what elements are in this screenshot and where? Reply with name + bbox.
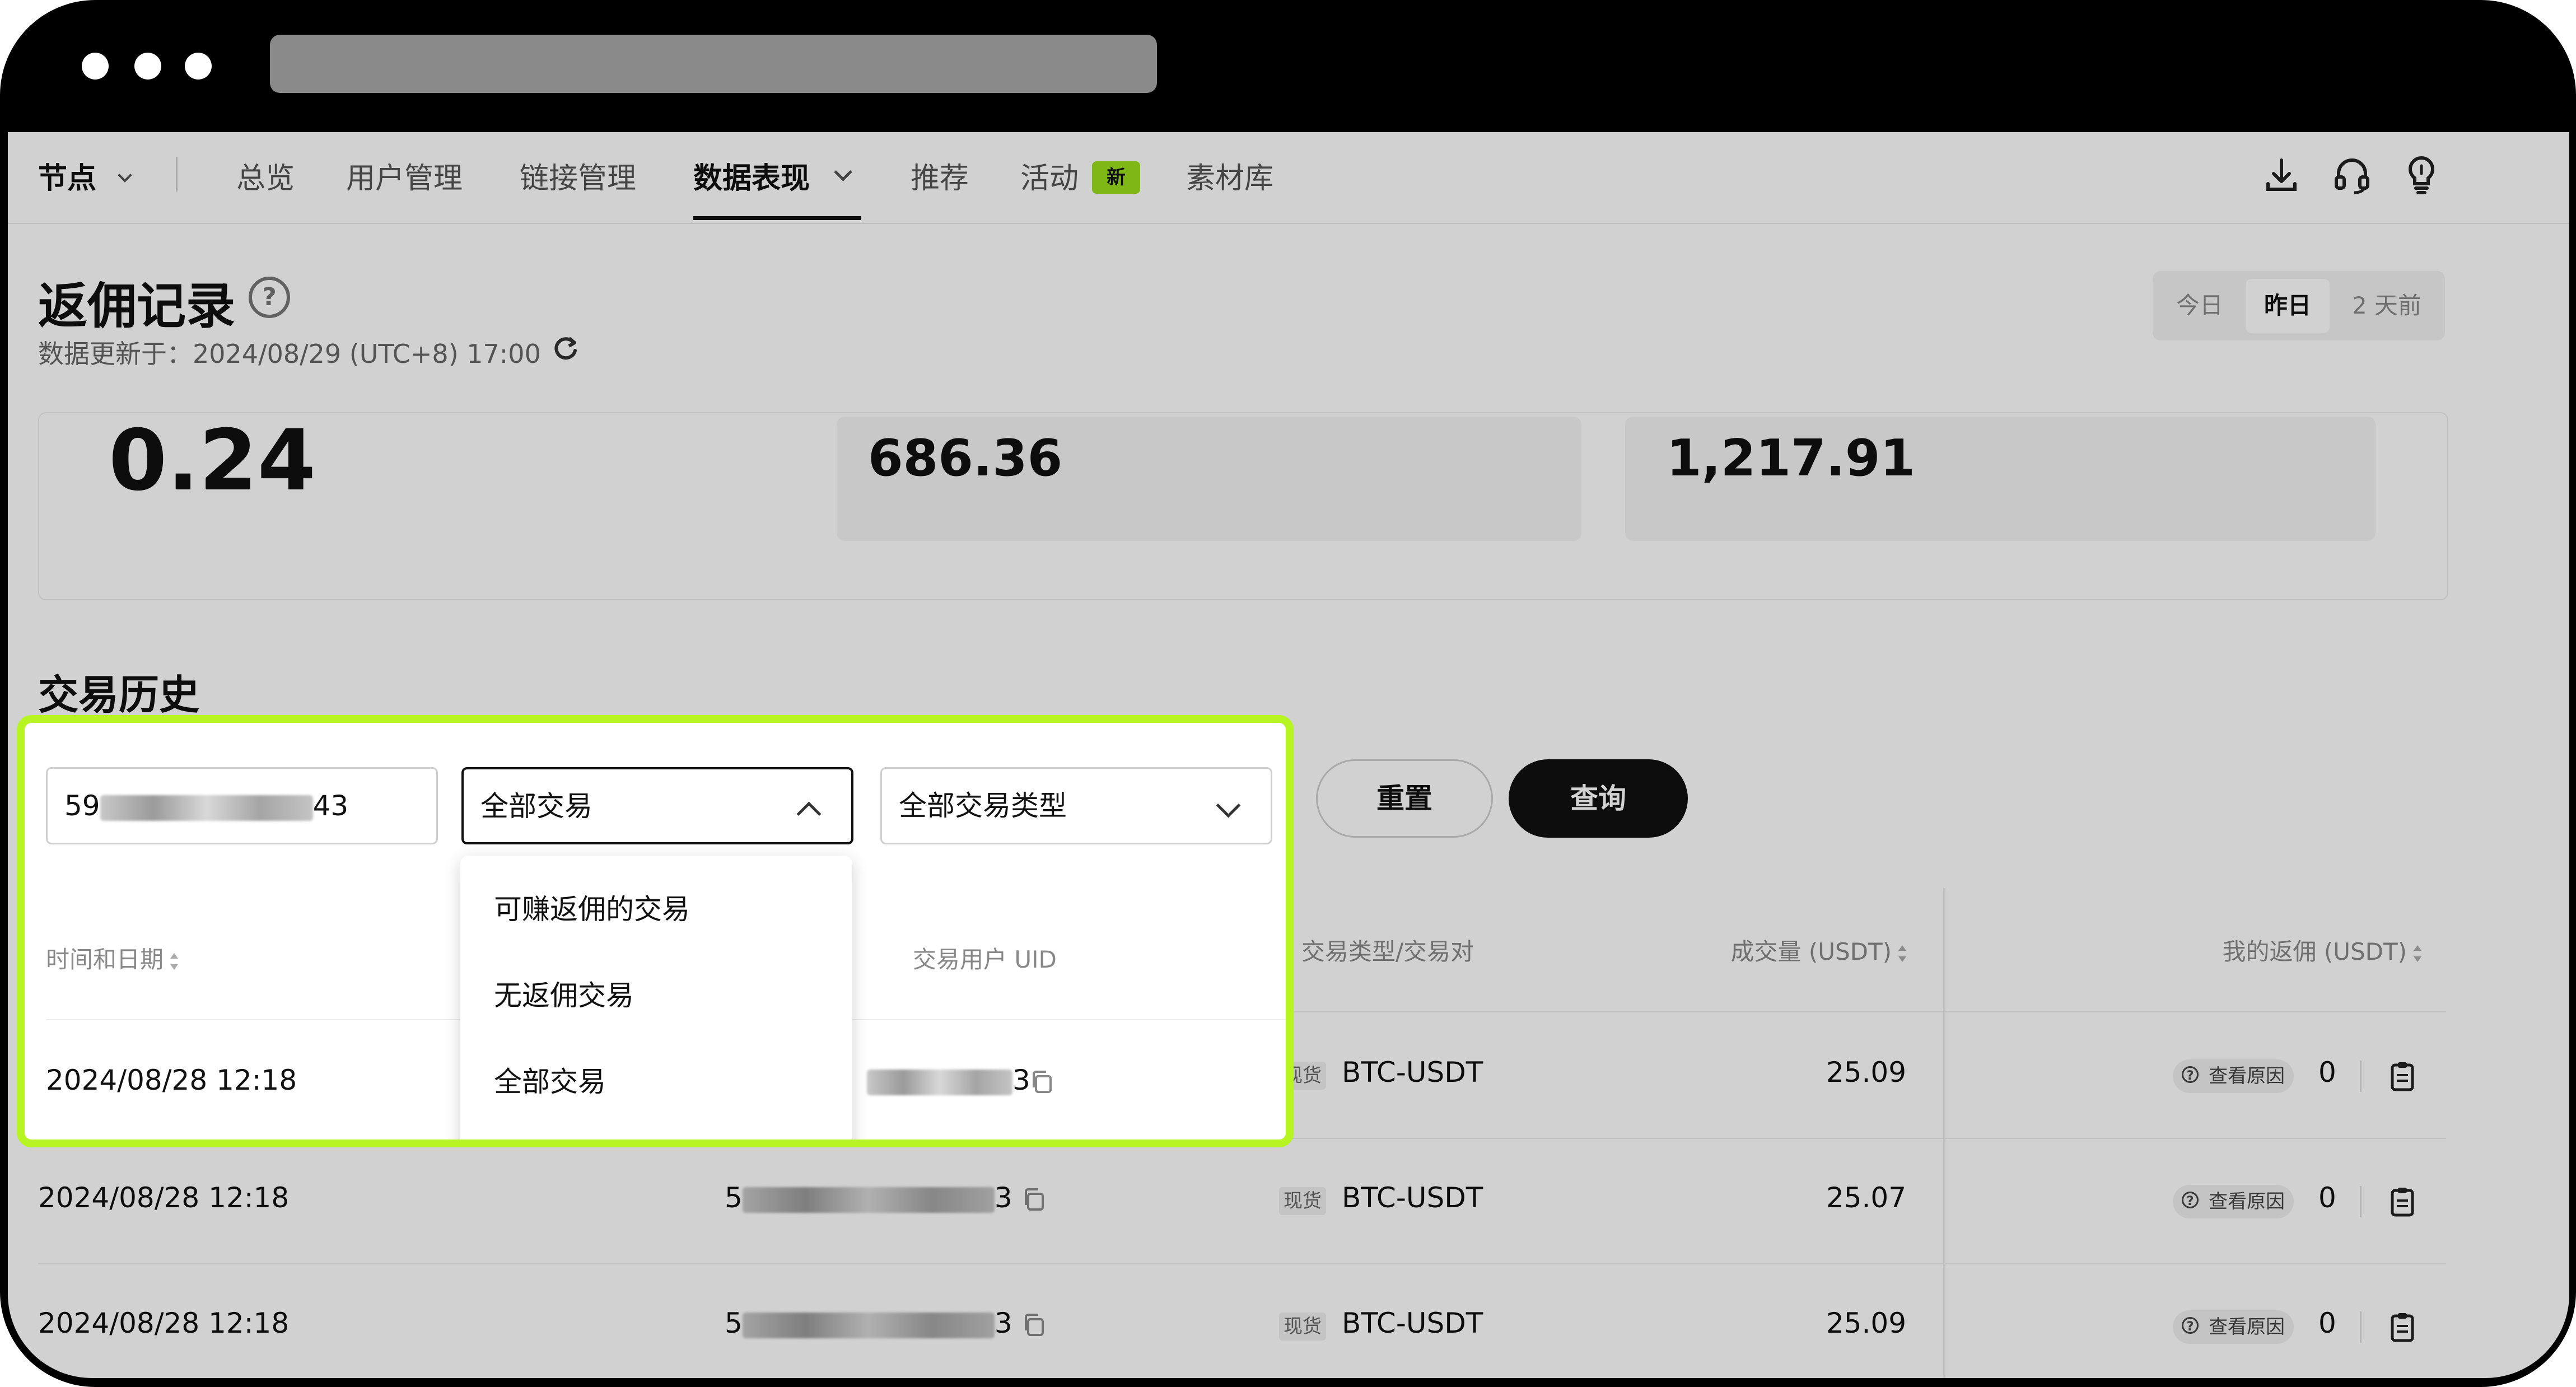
window-dot — [185, 53, 212, 80]
trade-filter-select[interactable]: 全部交易 — [461, 767, 853, 844]
highlight-region: 59 43 全部交易 全部交易类型 时间和日期 交易用户 UID 2024/08/… — [17, 715, 1294, 1147]
dropdown-option-no-rebate[interactable]: 无返佣交易 — [494, 973, 634, 1014]
chevron-down-icon — [1216, 793, 1241, 818]
trade-user-uid: 3 — [867, 1064, 1030, 1096]
window-dot — [134, 53, 161, 80]
window-dot — [82, 53, 109, 80]
trade-filter-dropdown: 可赚返佣的交易 无返佣交易 全部交易 — [460, 856, 852, 1140]
dropdown-option-all-trades[interactable]: 全部交易 — [494, 1059, 606, 1100]
sort-icon — [170, 952, 179, 970]
device-frame: 节点 总览 用户管理 链接管理 数据表现 推荐 活动 新 素材库 返佣记录 ? … — [0, 0, 2576, 1387]
copy-icon[interactable] — [1028, 1068, 1055, 1095]
dropdown-option-rebate-eligible[interactable]: 可赚返佣的交易 — [494, 887, 690, 927]
trade-type-select[interactable]: 全部交易类型 — [880, 767, 1272, 844]
uid-search-input[interactable]: 59 43 — [46, 767, 438, 844]
app-screen: 节点 总览 用户管理 链接管理 数据表现 推荐 活动 新 素材库 返佣记录 ? … — [8, 132, 2569, 1378]
chevron-up-icon — [796, 801, 822, 826]
highlight-content: 59 43 全部交易 全部交易类型 时间和日期 交易用户 UID 2024/08/… — [25, 723, 1286, 1140]
trade-time: 2024/08/28 12:18 — [46, 1064, 297, 1096]
col-header-time[interactable]: 时间和日期 — [46, 941, 179, 975]
col-header-uid: 交易用户 UID — [913, 946, 1057, 973]
address-bar[interactable] — [270, 35, 1157, 93]
